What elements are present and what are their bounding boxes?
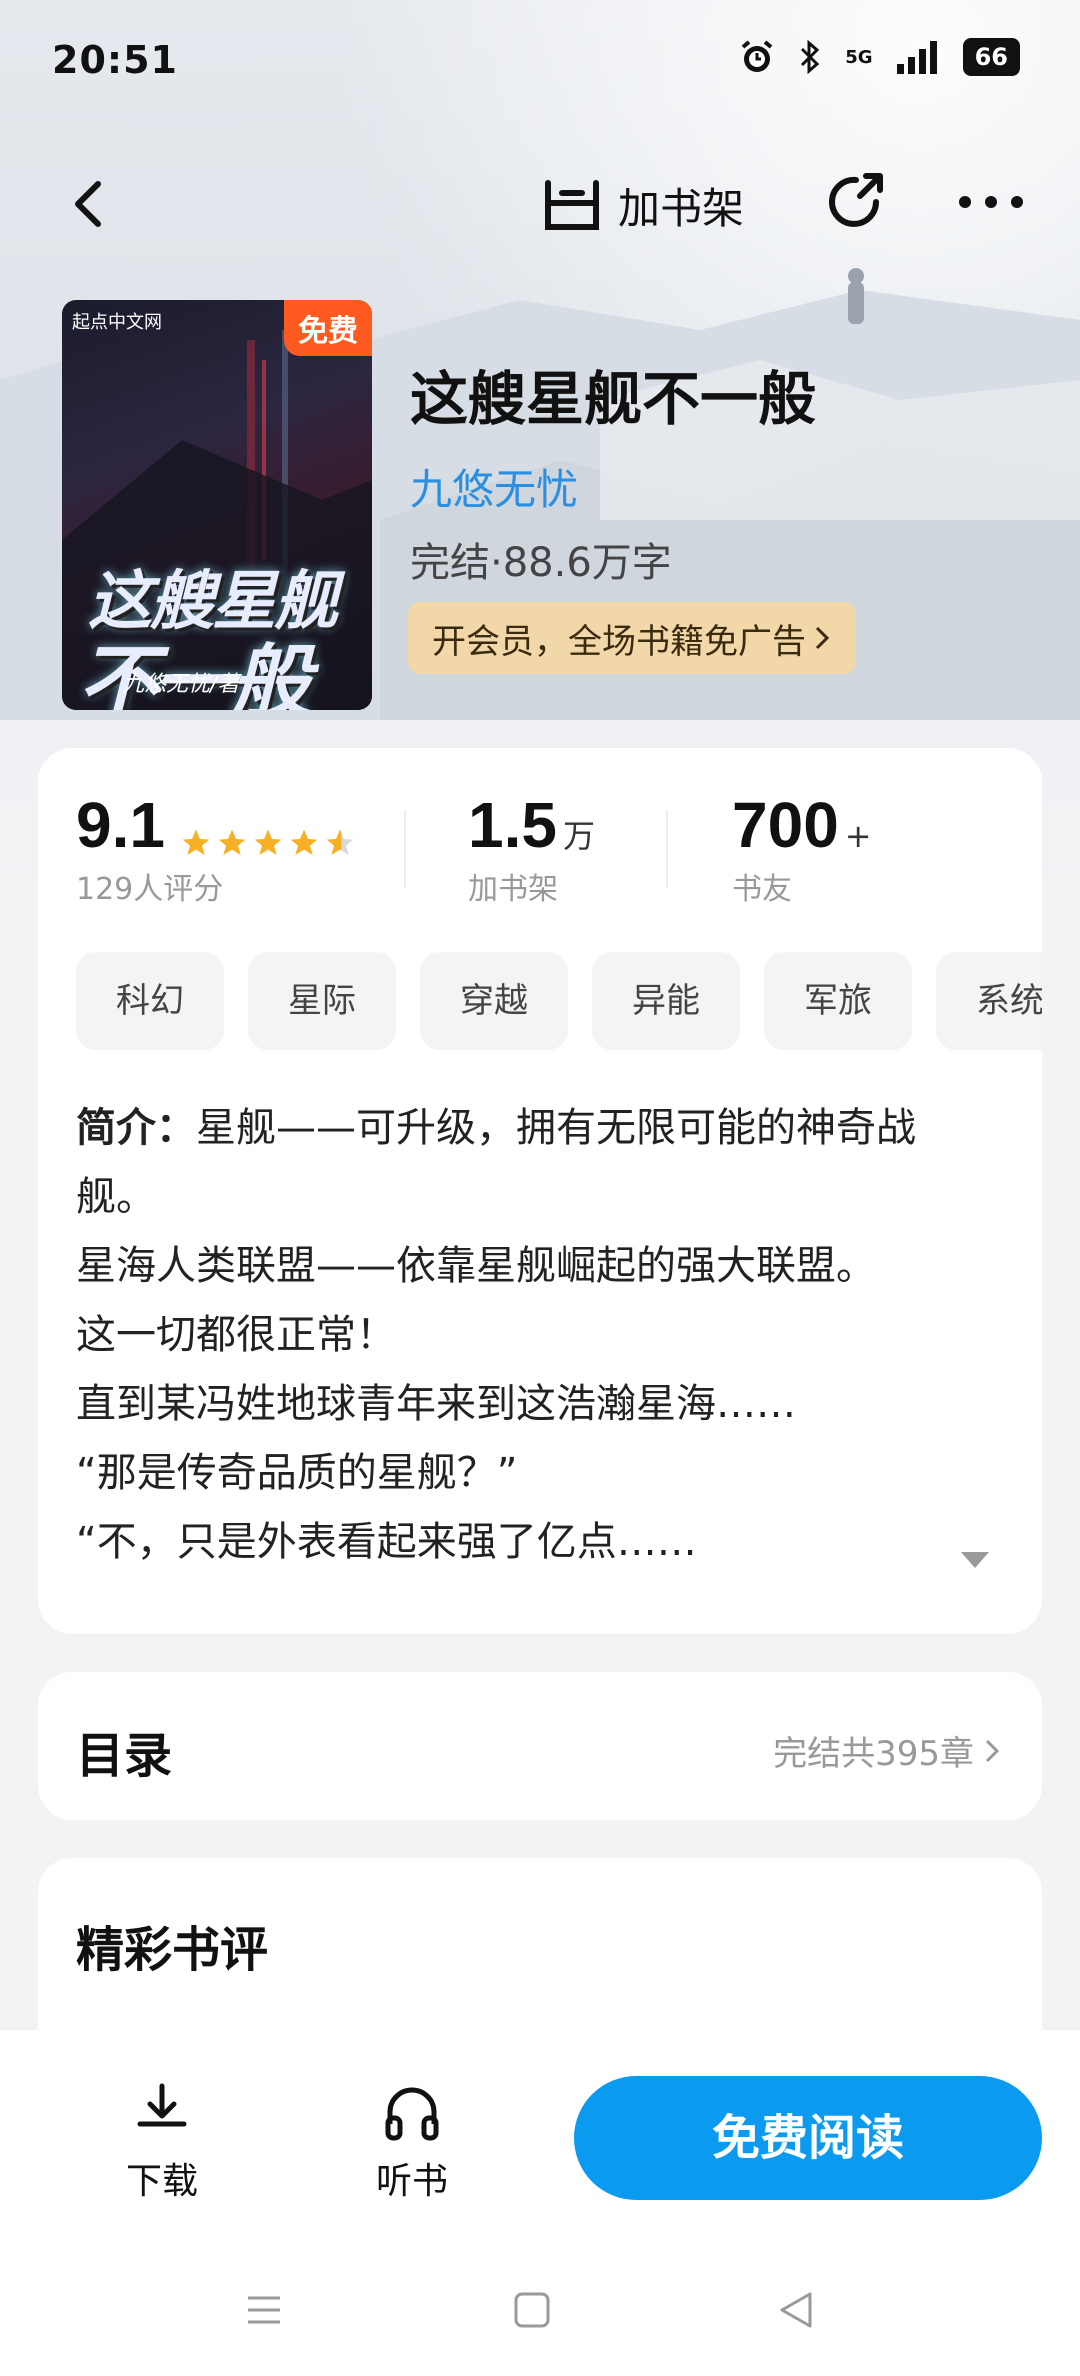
- chevron-right-icon: [985, 1739, 1000, 1762]
- bluetooth-icon: [801, 39, 820, 75]
- vip-banner-label: 开会员，全场书籍免广告: [432, 621, 806, 662]
- tag-chip[interactable]: 穿越: [420, 952, 568, 1050]
- share-button[interactable]: [820, 166, 892, 238]
- rating-stat[interactable]: 9.1 129人评分: [76, 788, 356, 908]
- toc-info: 完结共395章: [773, 1726, 1002, 1775]
- friends-label: 书友: [732, 872, 792, 907]
- shelf-count: 1.5: [468, 789, 557, 861]
- download-label: 下载: [125, 2161, 198, 2202]
- synopsis[interactable]: 简介：星舰——可升级，拥有无限可能的神奇战 舰。 星海人类联盟——依靠星舰崛起的…: [76, 1094, 996, 1577]
- rating-count: 129人评分: [76, 872, 224, 907]
- alarm-icon: [742, 40, 773, 72]
- free-read-button[interactable]: 免费阅读: [574, 2076, 1042, 2200]
- tag-chip[interactable]: 科幻: [76, 952, 224, 1050]
- tag-list: 科幻 星际 穿越 异能 军旅 系统: [76, 952, 1042, 1052]
- system-nav-bar: [0, 2270, 1080, 2350]
- star-icon: [218, 829, 246, 855]
- synopsis-line: “那是传奇品质的星舰？”: [76, 1450, 518, 1496]
- more-dots-icon: [959, 196, 1023, 208]
- status-icons: 5G 66: [739, 38, 1020, 76]
- signal-icon: [896, 41, 937, 74]
- rating-stars: [180, 827, 356, 859]
- bookshelf-add-icon: [545, 180, 599, 230]
- listen-button[interactable]: 听书: [352, 2080, 472, 2204]
- status-time: 20:51: [52, 38, 178, 82]
- book-meta: 完结·88.6万字: [410, 540, 672, 586]
- book-cover[interactable]: 起点中文网 免费 这艘星舰 不一般 九悠无忧/著: [62, 300, 372, 710]
- friends-count: 700: [732, 789, 839, 861]
- cover-author: 九悠无忧/著: [122, 672, 240, 697]
- expand-down-icon[interactable]: [958, 1548, 992, 1572]
- synopsis-line: 星海人类联盟——依靠星舰崛起的强大联盟。: [76, 1243, 876, 1289]
- listen-label: 听书: [375, 2161, 448, 2202]
- star-icon: [182, 829, 210, 855]
- more-button[interactable]: [955, 180, 1027, 224]
- friends-suffix: +: [844, 817, 872, 855]
- free-badge: 免费: [284, 300, 372, 356]
- home-square-icon[interactable]: [512, 2290, 552, 2330]
- toc-card[interactable]: 目录 完结共395章: [38, 1672, 1042, 1820]
- menu-icon[interactable]: [244, 2290, 284, 2330]
- toc-title: 目录: [76, 1728, 173, 1784]
- author-link[interactable]: 九悠无忧: [410, 456, 578, 517]
- tag-chip[interactable]: 系统: [936, 952, 1042, 1050]
- reviews-title: 精彩书评: [76, 1922, 269, 1978]
- cover-brand: 起点中文网: [72, 312, 162, 333]
- download-button[interactable]: 下载: [102, 2080, 222, 2204]
- star-icon: [254, 829, 282, 855]
- synopsis-line: 这一切都很正常！: [76, 1312, 396, 1358]
- chevron-left-icon: [75, 181, 101, 227]
- synopsis-line: “不，只是外表看起来强了亿点……: [76, 1519, 697, 1565]
- status-bar: 20:51 5G 66: [0, 0, 1080, 120]
- friends-stat[interactable]: 700 + 书友: [732, 788, 872, 908]
- top-nav: 加书架: [0, 160, 1080, 250]
- tag-chip[interactable]: 异能: [592, 952, 740, 1050]
- headphones-icon: [385, 2087, 439, 2141]
- star-icon: [290, 829, 318, 855]
- network-label: 5G: [845, 46, 873, 68]
- add-to-shelf-label: 加书架: [618, 183, 745, 233]
- toc-chapter-count: 完结共395章: [773, 1734, 974, 1774]
- shelf-stat: 1.5 万 加书架: [468, 788, 595, 908]
- synopsis-label: 简介：: [76, 1105, 196, 1151]
- back-triangle-icon[interactable]: [776, 2290, 816, 2330]
- shelf-unit: 万: [562, 817, 595, 855]
- tag-chip[interactable]: 军旅: [764, 952, 912, 1050]
- add-to-shelf-button[interactable]: 加书架: [540, 170, 744, 240]
- half-star-icon: [326, 829, 354, 855]
- tag-chip[interactable]: 星际: [248, 952, 396, 1050]
- share-icon: [829, 173, 883, 227]
- synopsis-line: 星舰——可升级，拥有无限可能的神奇战: [196, 1105, 916, 1151]
- synopsis-line: 直到某冯姓地球青年来到这浩瀚星海……: [76, 1381, 796, 1427]
- shelf-label: 加书架: [468, 872, 558, 907]
- stat-divider: [404, 810, 406, 888]
- back-button[interactable]: [60, 174, 120, 234]
- book-title: 这艘星舰不一般: [410, 365, 817, 433]
- book-info-card: 9.1 129人评分 1.5 万 加书架 700 + 书友 科幻 星际 穿越 异能 军旅 系统…: [38, 748, 1042, 1634]
- battery-indicator: 66: [962, 38, 1020, 76]
- synopsis-line: 舰。: [76, 1174, 156, 1220]
- chevron-right-icon: [815, 626, 830, 650]
- vip-banner[interactable]: 开会员，全场书籍免广告: [408, 602, 856, 674]
- rating-value: 9.1: [76, 789, 165, 861]
- stat-divider: [666, 810, 668, 888]
- download-icon: [137, 2083, 187, 2127]
